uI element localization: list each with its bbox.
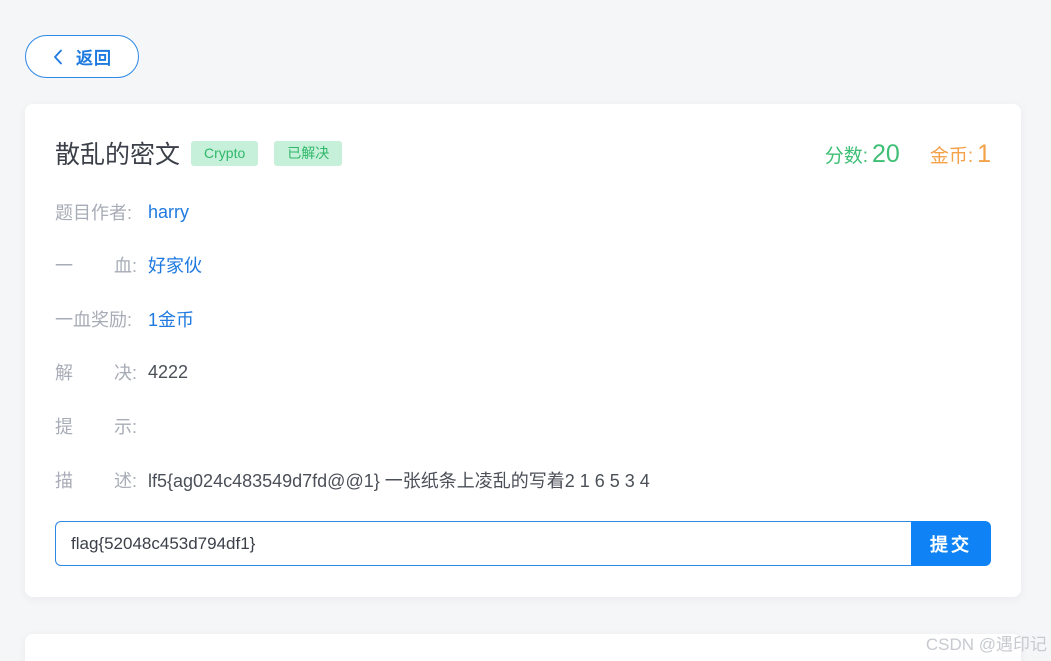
solved-tag: 已解决 [274, 140, 343, 166]
challenge-header: 散乱的密文 Crypto 已解决 [55, 136, 358, 170]
challenge-title: 散乱的密文 [55, 141, 181, 169]
description-label-a: 描 [55, 471, 73, 491]
description-label: 描 述: [55, 467, 137, 493]
watermark: CSDN @遇印记 [925, 635, 1047, 654]
chevron-left-icon [52, 49, 64, 65]
hint-label: 提 示: [55, 413, 137, 439]
first-blood-reward-label: 一血奖励: [55, 310, 133, 330]
solves-row: 解 决: 4222 [55, 359, 188, 385]
description-value: lf5{ag024c483549d7fd@@1} 一张纸条上凌乱的写着2 1 6… [148, 471, 650, 491]
hint-label-b: 示: [113, 417, 137, 437]
challenge-page: 返回 散乱的密文 Crypto 已解决 分数: 20 金币: 1 题目作者: har… [0, 0, 1051, 661]
author-row: 题目作者: harry [55, 199, 189, 225]
description-row: 描 述: lf5{ag024c483549d7fd@@1} 一张纸条上凌乱的写着… [55, 467, 650, 493]
author-value[interactable]: harry [148, 202, 189, 223]
coin-display: 金币: 1 [930, 140, 991, 169]
hint-label-a: 提 [55, 417, 73, 437]
first-blood-label-a: 一 [55, 256, 73, 276]
category-tag: Crypto [191, 140, 259, 166]
first-blood-value[interactable]: 好家伙 [148, 252, 202, 278]
author-label: 题目作者: [55, 203, 133, 223]
next-card [25, 634, 1021, 661]
first-blood-label-b: 血: [113, 256, 137, 276]
score-display: 分数: 20 [825, 140, 900, 169]
coin-value: 1 [977, 140, 991, 168]
submit-button[interactable]: 提交 [911, 521, 991, 566]
description-label-b: 述: [113, 471, 137, 491]
first-blood-row: 一 血: 好家伙 [55, 252, 202, 278]
back-button-label: 返回 [76, 49, 112, 68]
back-button[interactable]: 返回 [25, 35, 139, 78]
coin-label: 金币: [929, 146, 974, 167]
score-value: 20 [872, 140, 900, 168]
flag-input[interactable] [55, 521, 912, 566]
reward-summary: 分数: 20 金币: 1 [825, 140, 991, 169]
first-blood-reward-value: 1金币 [148, 310, 195, 330]
score-label: 分数: [824, 146, 868, 167]
solves-label-b: 决: [113, 363, 137, 383]
hint-row: 提 示: [55, 413, 148, 439]
challenge-card: 散乱的密文 Crypto 已解决 分数: 20 金币: 1 题目作者: harry … [25, 104, 1021, 597]
first-blood-reward-row: 一血奖励: 1金币 [55, 306, 194, 332]
first-blood-label: 一 血: [55, 252, 137, 278]
solves-value: 4222 [148, 361, 189, 382]
solves-label-a: 解 [55, 363, 73, 383]
solves-label: 解 决: [55, 359, 137, 385]
